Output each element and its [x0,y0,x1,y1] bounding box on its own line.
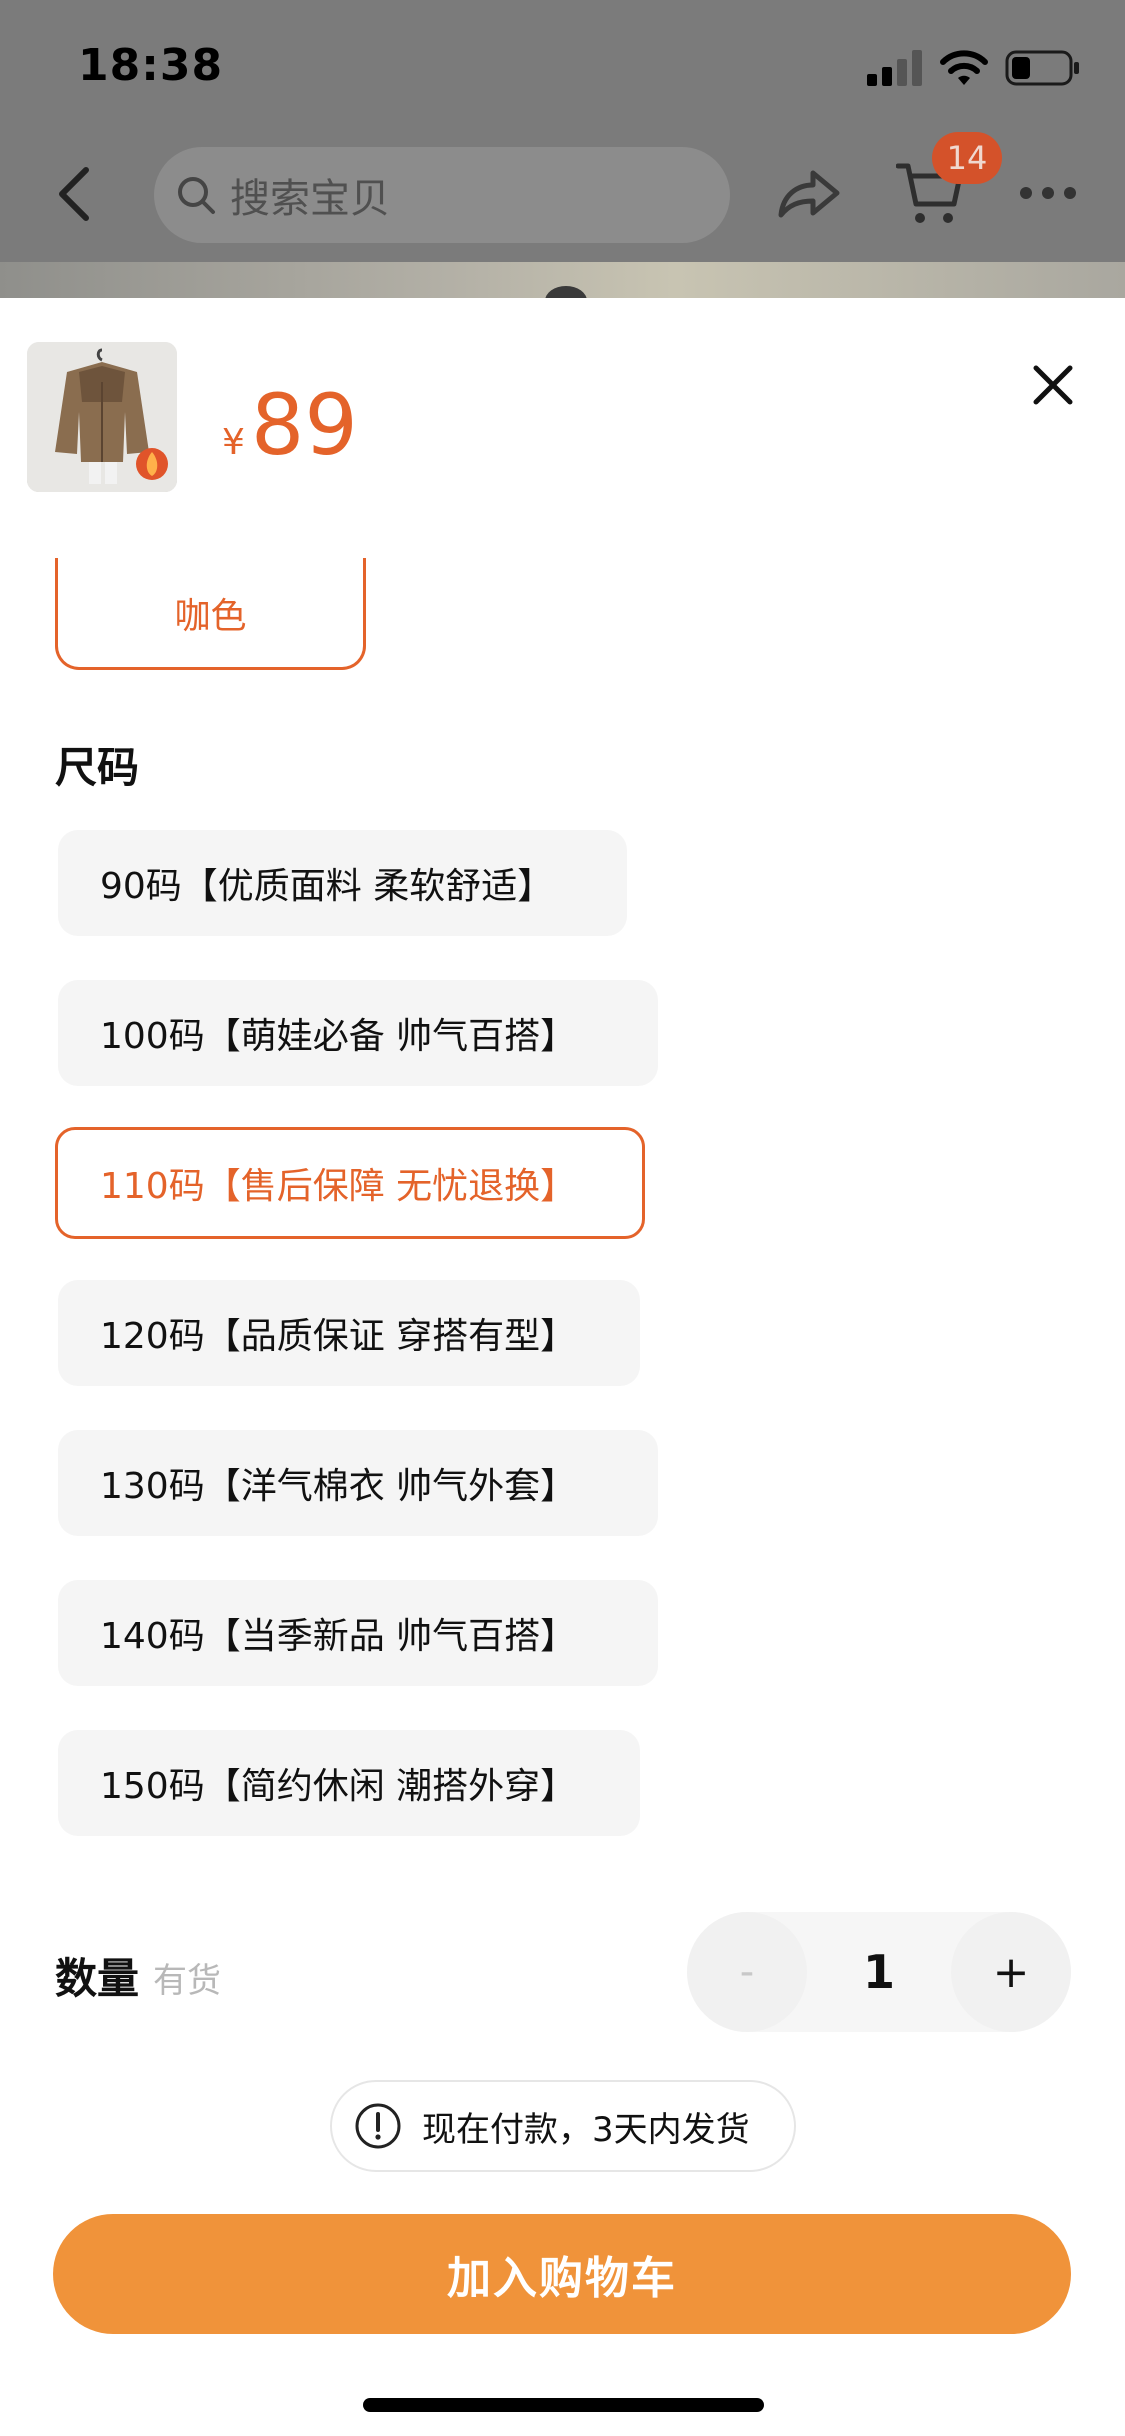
search-icon [178,177,215,214]
size-option[interactable]: 150码【简约休闲 潮搭外穿】 [58,1730,640,1836]
color-option-selected[interactable]: 咖色 [55,558,366,670]
size-section-title: 尺码 [55,743,140,792]
size-option-selected[interactable]: 110码【售后保障 无忧退换】 [55,1127,645,1239]
size-option[interactable]: 140码【当季新品 帅气百搭】 [58,1580,658,1686]
status-time: 18:38 [78,40,224,91]
size-option[interactable]: 120码【品质保证 穿搭有型】 [58,1280,640,1386]
shipping-notice: 现在付款，3天内发货 [330,2080,796,2172]
quantity-decrease-button[interactable]: - [687,1912,807,2032]
quantity-stepper: - 1 + [687,1912,1071,2032]
add-to-cart-button[interactable]: 加入购物车 [53,2214,1071,2334]
exclamation-circle-icon [355,2103,401,2149]
size-option[interactable]: 90码【优质面料 柔软舒适】 [58,830,627,936]
product-banner-image [0,262,1125,300]
size-option[interactable]: 100码【萌娃必备 帅气百搭】 [58,980,658,1086]
wifi-icon [940,50,988,85]
signal-icon [867,50,922,86]
stock-status: 有货 [153,1961,221,2001]
quantity-increase-button[interactable]: + [951,1912,1071,2032]
more-icon[interactable] [1018,180,1078,206]
back-chevron-icon[interactable] [50,164,98,224]
home-indicator[interactable] [363,2398,764,2412]
jacket-photo-icon [27,342,177,492]
search-placeholder: 搜索宝贝 [230,176,390,222]
shipping-notice-text: 现在付款，3天内发货 [422,2109,750,2150]
cart-count-badge: 14 [932,132,1002,184]
size-option[interactable]: 130码【洋气棉衣 帅气外套】 [58,1430,658,1536]
search-input[interactable]: 搜索宝贝 [154,147,730,243]
quantity-label: 数量 [55,1954,140,2003]
status-icons [867,48,1081,88]
battery-icon [1005,50,1079,86]
product-thumbnail[interactable] [27,342,177,492]
quantity-value[interactable]: 1 [807,1912,951,2032]
price: ¥ 89 [222,376,358,474]
price-amount: 89 [250,376,358,474]
share-icon[interactable] [775,165,841,221]
currency-symbol: ¥ [222,422,245,463]
close-icon[interactable] [1030,362,1076,408]
